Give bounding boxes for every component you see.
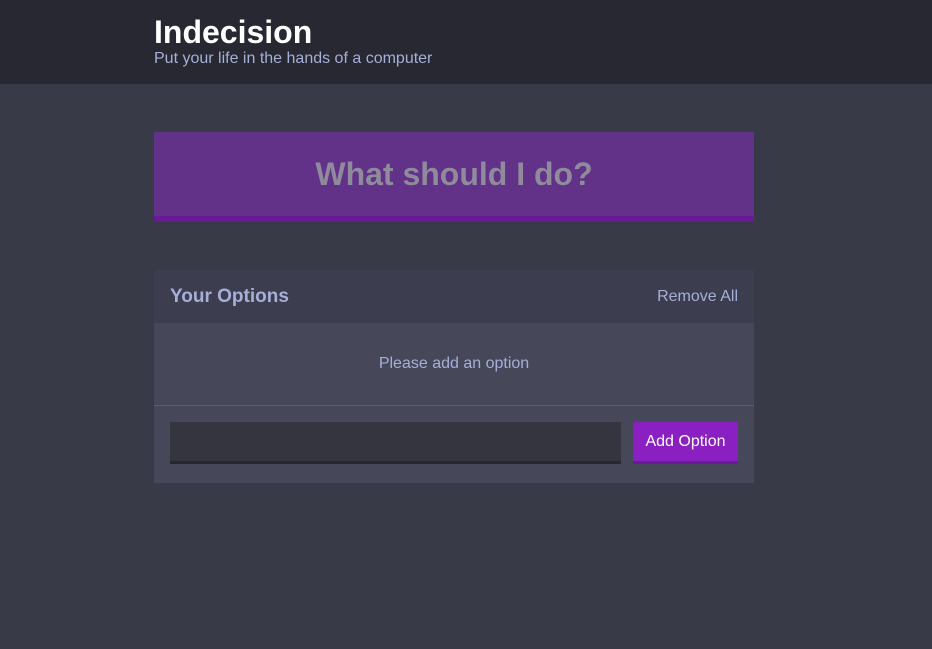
remove-all-button[interactable]: Remove All [657,287,738,307]
empty-options-message: Please add an option [378,355,530,372]
options-header: Your Options Remove All [154,270,754,323]
options-panel: Your Options Remove All Please add an op… [154,270,754,483]
option-input[interactable] [170,422,621,464]
add-option-button[interactable]: Add Option [633,422,738,464]
header-content: Indecision Put your life in the hands of… [154,14,432,68]
what-should-i-do-button[interactable]: What should I do? [154,132,754,222]
app-header: Indecision Put your life in the hands of… [0,0,932,84]
divider [154,405,754,406]
options-title: Your Options [170,286,289,307]
app-subtitle: Put your life in the hands of a computer [154,50,433,67]
app-title: Indecision [154,14,313,50]
